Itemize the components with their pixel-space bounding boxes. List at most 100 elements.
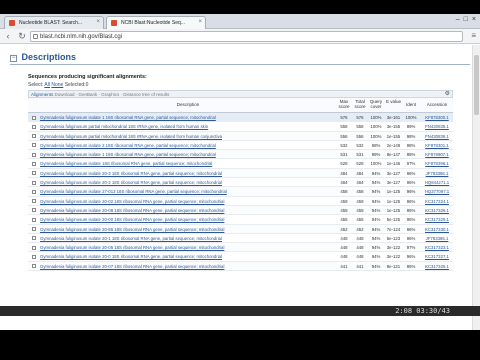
row-description-link[interactable]: Gymnadenia fuliginosum isolate 2 18S rib…	[40, 141, 340, 150]
col-evalue[interactable]: E value	[385, 99, 402, 104]
row-checkbox[interactable]	[32, 143, 36, 148]
table-row[interactable]: Gymnadenia fuliginosum isolate 20-02 18S…	[28, 197, 453, 206]
row-checkbox[interactable]	[32, 134, 36, 139]
row-checkbox[interactable]	[32, 152, 36, 157]
reload-icon[interactable]: ↻	[17, 31, 27, 41]
row-checkbox[interactable]	[32, 171, 36, 176]
row-accession-link[interactable]: KF878907.1	[421, 150, 453, 159]
row-checkbox[interactable]	[32, 245, 36, 250]
collapse-toggle-icon[interactable]: −	[10, 55, 17, 62]
row-checkbox[interactable]	[32, 254, 36, 259]
row-ident: 96%	[406, 207, 416, 213]
col-accession[interactable]: Accession	[421, 102, 453, 107]
divider	[10, 64, 470, 65]
gear-icon[interactable]: ⚙	[445, 91, 450, 97]
row-accession-link[interactable]: KF878301.1	[421, 141, 453, 150]
row-accession-link[interactable]: FN430835.1	[421, 122, 453, 131]
row-checkbox[interactable]	[32, 236, 36, 241]
table-row[interactable]: Gymnadenia fuliginosum partial mitochond…	[28, 122, 453, 132]
table-row[interactable]: Gymnadenia fuliginosum isolate 20-3 18S …	[28, 168, 453, 179]
row-description-link[interactable]: Gymnadenia fuliginosum isolate 20-2 18S …	[40, 178, 340, 187]
wrench-menu-icon[interactable]: ≡	[471, 31, 476, 40]
row-checkbox[interactable]	[32, 227, 36, 232]
col-query-cover[interactable]: Query cover	[368, 99, 384, 109]
scrollbar-thumb[interactable]	[474, 55, 479, 115]
alignments-link[interactable]: Alignments	[31, 92, 53, 97]
back-arrow-icon[interactable]: ‹	[3, 31, 13, 41]
row-checkbox[interactable]	[32, 189, 36, 194]
minimize-icon[interactable]: –	[456, 16, 460, 23]
row-description-link[interactable]: Gymnadenia fuliginosum isolate 20-07 18S…	[40, 262, 340, 271]
row-description-link[interactable]: Gymnadenia fuliginosum isolate 20-0 18S …	[40, 252, 340, 261]
col-max-score[interactable]: Max score	[336, 99, 352, 109]
table-row[interactable]: Gymnadenia fuliginosum isolate 1 18S rib…	[28, 113, 453, 123]
row-accession-link[interactable]: KC317324.1	[421, 197, 453, 206]
row-description-link[interactable]: Gymnadenia fuliginosum isolate 20-00 18S…	[40, 215, 340, 224]
table-row[interactable]: Gymnadenia fuliginosum isolate 1 18S rib…	[28, 150, 453, 160]
row-checkbox[interactable]	[32, 115, 36, 120]
table-row[interactable]: Gymnadenia fuliginosum isolate 20-86 18S…	[28, 224, 453, 234]
row-description-link[interactable]: Gymnadenia fuliginosum isolate 20-1 18S …	[40, 234, 340, 243]
row-description-link[interactable]: Gymnadenia fuliginosum isolate 1 18S rib…	[40, 150, 340, 159]
close-tab-icon[interactable]: ×	[198, 19, 202, 25]
close-tab-icon[interactable]: ×	[96, 19, 100, 25]
row-accession-link[interactable]: KC317329.1	[421, 215, 453, 224]
maximize-icon[interactable]: □	[464, 16, 468, 23]
row-description-link[interactable]: Gymnadenia fuliginosum isolate 27-013 18…	[40, 187, 340, 196]
table-row[interactable]: Gymnadenia fuliginosum isolate 20-08 18S…	[28, 205, 453, 216]
row-max-score: 448	[340, 235, 348, 241]
row-query-cover: 98%	[371, 142, 381, 148]
table-row[interactable]: Gymnadenia fuliginosum isolate 2 18S rib…	[28, 141, 453, 151]
row-description-link[interactable]: Gymnadenia fuliginosum partial mitochond…	[40, 122, 340, 131]
row-accession-link[interactable]: JF783385.1	[421, 234, 453, 243]
table-row[interactable]: Gymnadenia fuliginosum isolate 20-05 18S…	[28, 243, 453, 253]
row-description-link[interactable]: Gymnadenia fuliginosum isolate 20-05 18S…	[40, 243, 340, 252]
row-accession-link[interactable]: KF878396.1	[421, 159, 453, 168]
col-total-score[interactable]: Total score	[352, 99, 368, 109]
row-checkbox[interactable]	[32, 180, 36, 185]
row-checkbox[interactable]	[32, 264, 36, 269]
row-description-link[interactable]: Gymnadenia fuliginosum isolate 18S ribos…	[40, 159, 340, 168]
row-accession-link[interactable]: HQ844271.1	[421, 178, 453, 187]
select-all-link[interactable]: All	[44, 82, 50, 88]
row-checkbox[interactable]	[32, 217, 36, 222]
table-row[interactable]: Gymnadenia fuliginosum isolate 20-07 18S…	[28, 261, 453, 272]
row-accession-link[interactable]: KC317330.1	[421, 225, 453, 234]
row-query-cover: 99%	[371, 152, 381, 158]
row-accession-link[interactable]: KF878300.1	[421, 113, 453, 122]
row-accession-link[interactable]: KC317325.1	[421, 262, 453, 271]
row-accession-link[interactable]: JF783386.1	[421, 169, 453, 178]
row-description-link[interactable]: Gymnadenia fuliginosum isolate 20-02 18S…	[40, 197, 340, 206]
descriptions-header[interactable]: − Descriptions	[10, 52, 76, 62]
row-accession-link[interactable]: KC317326.1	[421, 206, 453, 215]
row-accession-link[interactable]: KC317327.1	[421, 252, 453, 261]
row-description-link[interactable]: Gymnadenia fuliginosum isolate 20-3 18S …	[40, 169, 340, 178]
table-row[interactable]: Gymnadenia fuliginosum isolate 27-013 18…	[28, 187, 453, 197]
row-checkbox[interactable]	[32, 199, 36, 204]
close-window-icon[interactable]: ×	[472, 16, 476, 23]
col-ident[interactable]: Ident	[403, 102, 419, 107]
row-checkbox[interactable]	[32, 161, 36, 166]
table-row[interactable]: Gymnadenia fuliginosum isolate 20-00 18S…	[28, 215, 453, 225]
select-none-link[interactable]: None	[51, 82, 63, 88]
row-description-link[interactable]: Gymnadenia fuliginosum isolate 20-86 18S…	[40, 225, 340, 234]
row-accession-link[interactable]: HQ377097.1	[421, 187, 453, 196]
row-description-link[interactable]: Gymnadenia fuliginosum isolate 1 18S rib…	[40, 113, 340, 122]
row-description-link[interactable]: Gymnadenia fuliginosum partial mitochond…	[40, 132, 340, 141]
table-row[interactable]: Gymnadenia fuliginosum isolate 20-1 18S …	[28, 234, 453, 244]
row-query-cover: 94%	[371, 263, 381, 269]
row-description-link[interactable]: Gymnadenia fuliginosum isolate 20-08 18S…	[40, 206, 340, 215]
table-row[interactable]: Gymnadenia fuliginosum isolate 20-2 18S …	[28, 178, 453, 188]
row-accession-link[interactable]: KC317323.1	[421, 243, 453, 252]
table-row[interactable]: Gymnadenia fuliginosum isolate 20-0 18S …	[28, 252, 453, 262]
tab-ncbi-blast-results[interactable]: NCBI Blast:Nucleotide Seq... ×	[106, 16, 206, 29]
col-description[interactable]: Description	[40, 102, 336, 107]
row-checkbox[interactable]	[32, 208, 36, 213]
table-row[interactable]: Gymnadenia fuliginosum isolate 18S ribos…	[28, 159, 453, 169]
table-row[interactable]: Gymnadenia fuliginosum partial mitochond…	[28, 131, 453, 141]
row-checkbox[interactable]	[32, 124, 36, 129]
tab-nucleotide-blast[interactable]: Nucleotide BLAST: Search... ×	[4, 16, 104, 29]
scrollbar[interactable]	[472, 45, 480, 330]
address-bar[interactable]: blast.ncbi.nlm.nih.gov/Blast.cgi	[30, 31, 463, 42]
row-accession-link[interactable]: FN430836.1	[421, 132, 453, 141]
